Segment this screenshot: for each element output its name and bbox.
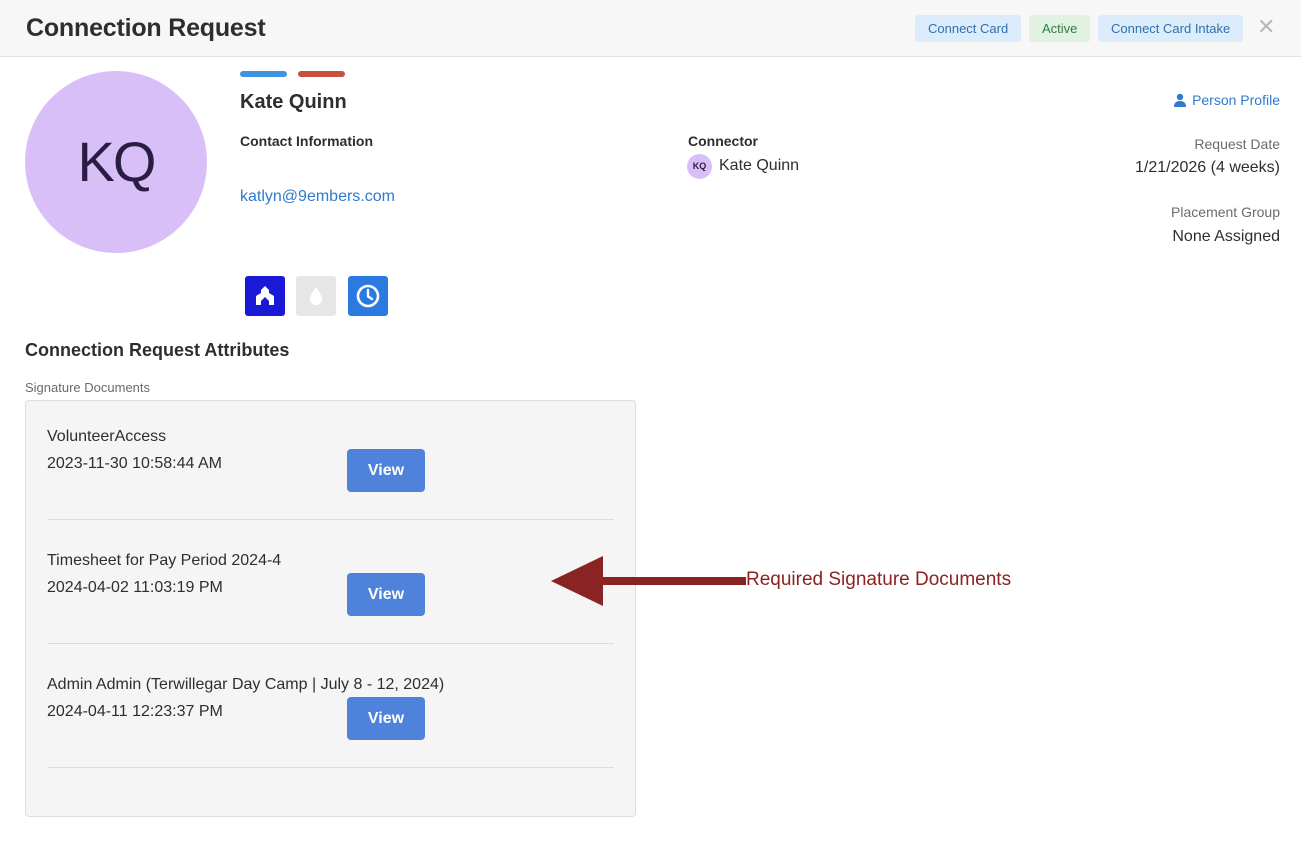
document-name: Admin Admin (Terwillegar Day Camp | July… bbox=[47, 676, 445, 693]
user-icon bbox=[1174, 93, 1187, 107]
connector-label: Connector bbox=[688, 133, 758, 149]
signature-documents-panel: VolunteerAccess 2023-11-30 10:58:44 AM V… bbox=[25, 400, 636, 817]
campaign-badge: Connect Card Intake bbox=[1098, 15, 1244, 42]
organization-icon-glyph bbox=[256, 286, 274, 305]
organization-icon[interactable] bbox=[245, 276, 285, 316]
document-name: Timesheet for Pay Period 2024-4 bbox=[47, 552, 282, 569]
drop-icon[interactable] bbox=[296, 276, 336, 316]
signature-documents-label: Signature Documents bbox=[25, 380, 151, 395]
email-link[interactable]: katlyn@9embers.com bbox=[240, 188, 395, 206]
placement-group-value: None Assigned bbox=[1172, 228, 1280, 245]
section-title: Connection Request Attributes bbox=[25, 340, 290, 360]
status-bar-blue bbox=[240, 71, 287, 77]
divider bbox=[48, 767, 614, 768]
contact-information-label: Contact Information bbox=[240, 133, 373, 149]
connector-name[interactable]: Kate Quinn bbox=[719, 157, 799, 175]
document-name: VolunteerAccess bbox=[47, 428, 167, 445]
document-date: 2024-04-11 12:23:37 PM bbox=[47, 703, 223, 720]
divider bbox=[48, 519, 614, 520]
page-title: Connection Request bbox=[26, 14, 266, 42]
clock-icon[interactable] bbox=[348, 276, 388, 316]
person-profile-link[interactable]: Person Profile bbox=[1173, 92, 1280, 108]
annotation-label: Required Signature Documents bbox=[746, 569, 1012, 590]
close-icon[interactable]: ✕ bbox=[1257, 16, 1275, 38]
request-date-value: 1/21/2026 (4 weeks) bbox=[1135, 159, 1280, 176]
view-document-button[interactable]: View bbox=[347, 697, 425, 740]
status-bar-red bbox=[298, 71, 345, 77]
status-badge: Active bbox=[1029, 15, 1091, 42]
clock-icon-glyph bbox=[356, 284, 380, 308]
annotation-arrow-icon bbox=[551, 556, 746, 606]
view-document-button[interactable]: View bbox=[347, 573, 425, 616]
person-profile-label: Person Profile bbox=[1192, 92, 1280, 108]
connect-card-badge: Connect Card bbox=[915, 15, 1022, 42]
connector-avatar: KQ bbox=[687, 154, 712, 179]
document-date: 2023-11-30 10:58:44 AM bbox=[47, 455, 222, 472]
divider bbox=[48, 643, 614, 644]
person-name: Kate Quinn bbox=[240, 91, 347, 113]
document-date: 2024-04-02 11:03:19 PM bbox=[47, 579, 223, 596]
placement-group-label: Placement Group bbox=[1171, 204, 1280, 220]
modal-header: Connection Request Connect Card Active C… bbox=[0, 0, 1301, 57]
request-date-label: Request Date bbox=[1194, 136, 1280, 152]
view-document-button[interactable]: View bbox=[347, 449, 425, 492]
drop-icon-glyph bbox=[310, 287, 322, 305]
avatar: KQ bbox=[25, 71, 207, 253]
